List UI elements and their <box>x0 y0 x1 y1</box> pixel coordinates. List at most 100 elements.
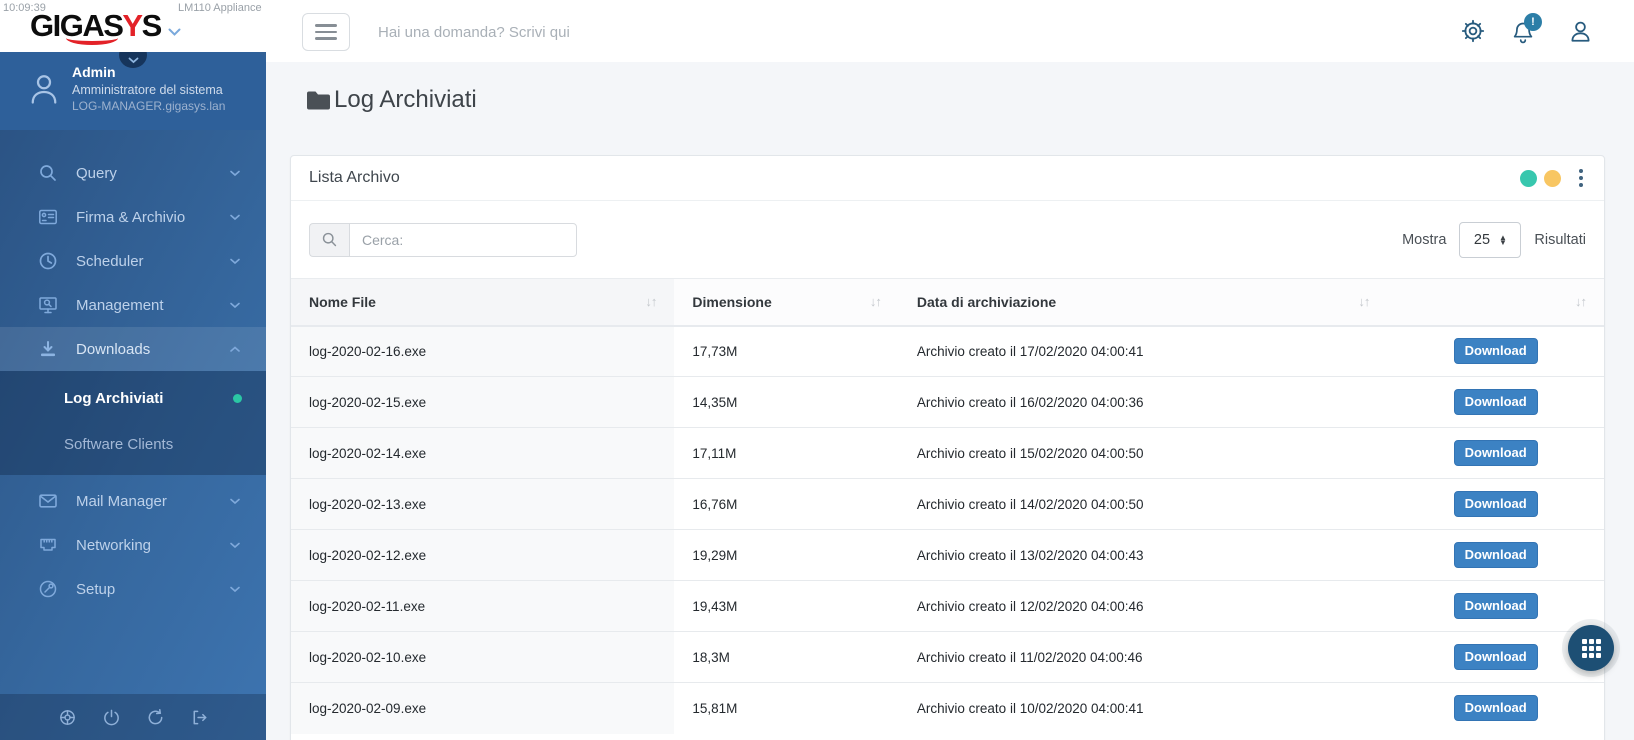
table-row: log-2020-02-15.exe 14,35M Archivio creat… <box>291 376 1604 428</box>
file-size-cell: 16,76M <box>674 478 899 530</box>
archive-date-cell: Archivio creato il 14/02/2020 04:00:50 <box>898 478 1388 530</box>
archive-table: Nome File ↓↑ Dimensione ↓↑ Data di archivi… <box>291 278 1604 734</box>
select-arrows-icon: ▲ ▼ <box>1499 232 1507 247</box>
sidebar-item-setup[interactable]: Setup <box>0 567 266 611</box>
table-row: log-2020-02-14.exe 17,11M Archivio creat… <box>291 427 1604 479</box>
sort-icon[interactable]: ↓↑ <box>1358 294 1370 309</box>
results-label: Risultati <box>1534 231 1586 248</box>
column-header-download[interactable]: ↓↑ <box>1387 278 1604 327</box>
sidebar-item-networking[interactable]: Networking <box>0 523 266 567</box>
file-size-cell: 17,11M <box>674 427 899 479</box>
sidebar-item-query[interactable]: Query <box>0 151 266 195</box>
table-row: log-2020-02-10.exe 18,3M Archivio creato… <box>291 631 1604 683</box>
page-size-control: Mostra 25 ▲ ▼ Risultati <box>1402 221 1586 258</box>
active-page-dot <box>233 393 242 403</box>
file-name-cell: log-2020-02-13.exe <box>291 478 675 530</box>
file-name-cell: log-2020-02-14.exe <box>291 427 675 479</box>
user-avatar-icon <box>26 70 62 113</box>
search-icon <box>38 163 58 183</box>
download-button[interactable]: Download <box>1453 542 1538 568</box>
clock-icon <box>38 251 58 271</box>
kebab-menu-icon[interactable] <box>1576 166 1586 190</box>
user-name: Admin <box>72 64 116 80</box>
sidebar-item-management[interactable]: Management <box>0 283 266 327</box>
archive-date-cell: Archivio creato il 16/02/2020 04:00:36 <box>898 376 1388 428</box>
user-panel: Admin Amministratore del sistema LOG-MAN… <box>0 42 266 130</box>
helm-icon[interactable] <box>58 708 77 727</box>
settings-gear-icon[interactable] <box>1460 18 1486 49</box>
user-role: Amministratore del sistema <box>72 83 223 97</box>
chevron-down-icon <box>230 252 240 270</box>
file-name-cell: log-2020-02-15.exe <box>291 376 675 428</box>
chevron-down-icon <box>230 208 240 226</box>
downloads-submenu: Log Archiviati Software Clients <box>0 371 266 475</box>
download-button[interactable]: Download <box>1453 593 1538 619</box>
download-button[interactable]: Download <box>1453 491 1538 517</box>
sidebar-item-mail-manager[interactable]: Mail Manager <box>0 479 266 523</box>
file-name-cell: log-2020-02-12.exe <box>291 529 675 581</box>
column-header-dimensione[interactable]: Dimensione ↓↑ <box>674 278 899 327</box>
logo-chevron-down-icon[interactable] <box>168 24 181 42</box>
archive-date-cell: Archivio creato il 12/02/2020 04:00:46 <box>898 580 1388 632</box>
ethernet-icon <box>38 535 58 555</box>
file-size-cell: 19,43M <box>674 580 899 632</box>
file-size-cell: 18,3M <box>674 631 899 683</box>
sidebar: Admin Amministratore del sistema LOG-MAN… <box>0 42 266 740</box>
wrench-icon <box>38 579 58 599</box>
file-size-cell: 14,35M <box>674 376 899 428</box>
download-button[interactable]: Download <box>1453 389 1538 415</box>
hamburger-menu-button[interactable] <box>302 13 350 51</box>
file-name-cell: log-2020-02-11.exe <box>291 580 675 632</box>
close-dot-button[interactable] <box>1544 169 1561 187</box>
archive-date-cell: Archivio creato il 13/02/2020 04:00:43 <box>898 529 1388 581</box>
sidebar-menu: Query Firma & Archivio Scheduler Managem… <box>0 151 266 611</box>
search-icon <box>309 222 349 257</box>
top-header: ! <box>266 0 1634 62</box>
question-search-input[interactable] <box>378 16 808 48</box>
power-icon[interactable] <box>102 708 121 727</box>
card-header: Lista Archivo <box>291 156 1604 201</box>
monitor-search-icon <box>38 295 58 315</box>
sidebar-item-downloads[interactable]: Downloads <box>0 327 266 371</box>
sidebar-item-scheduler[interactable]: Scheduler <box>0 239 266 283</box>
logo-swoosh <box>66 31 118 45</box>
download-button[interactable]: Download <box>1453 440 1538 466</box>
apps-grid-fab-button[interactable] <box>1568 625 1614 671</box>
table-search-input[interactable] <box>349 222 577 257</box>
download-button[interactable]: Download <box>1453 338 1538 365</box>
sidebar-footer <box>0 694 266 740</box>
collapse-dot-button[interactable] <box>1520 169 1537 187</box>
download-button[interactable]: Download <box>1453 695 1538 722</box>
download-icon <box>38 339 58 359</box>
column-header-data-archiviazione[interactable]: Data di archiviazione ↓↑ <box>898 278 1388 327</box>
archive-date-cell: Archivio creato il 15/02/2020 04:00:50 <box>898 427 1388 479</box>
sidebar-item-firma-archivio[interactable]: Firma & Archivio <box>0 195 266 239</box>
logout-icon[interactable] <box>190 708 209 727</box>
table-header-row: Nome File ↓↑ Dimensione ↓↑ Data di archivi… <box>291 278 1604 327</box>
file-size-cell: 15,81M <box>674 682 899 734</box>
refresh-icon[interactable] <box>146 708 165 727</box>
archive-list-card: Lista Archivo Mostra 25 ▲▼ Risu <box>290 155 1605 740</box>
column-header-nome-file[interactable]: Nome File ↓↑ <box>291 278 675 327</box>
sort-icon[interactable]: ↓↑ <box>1575 294 1587 309</box>
file-size-cell: 17,73M <box>674 325 899 377</box>
page-size-select[interactable]: 25 ▲ ▼ <box>1459 221 1522 258</box>
chevron-up-icon <box>230 340 240 358</box>
table-row: log-2020-02-12.exe 19,29M Archivio creat… <box>291 529 1604 581</box>
table-toolbar: Mostra 25 ▲▼ Risultati <box>291 201 1604 278</box>
chevron-down-icon <box>230 296 240 314</box>
grid-icon <box>1581 638 1601 658</box>
chevron-down-icon <box>230 164 240 182</box>
submenu-item-log-archiviati[interactable]: Log Archiviati <box>0 375 266 421</box>
sort-icon[interactable]: ↓↑ <box>870 294 882 309</box>
user-account-icon[interactable] <box>1567 18 1594 50</box>
card-title: Lista Archivo <box>309 169 400 186</box>
notification-badge: ! <box>1524 13 1542 31</box>
id-card-icon <box>38 207 58 227</box>
table-row: log-2020-02-11.exe 19,43M Archivio creat… <box>291 580 1604 632</box>
sort-icon[interactable]: ↓↑ <box>645 294 657 309</box>
submenu-item-software-clients[interactable]: Software Clients <box>0 421 266 467</box>
download-button[interactable]: Download <box>1453 644 1538 670</box>
file-name-cell: log-2020-02-16.exe <box>291 325 675 377</box>
chevron-down-icon <box>230 536 240 554</box>
